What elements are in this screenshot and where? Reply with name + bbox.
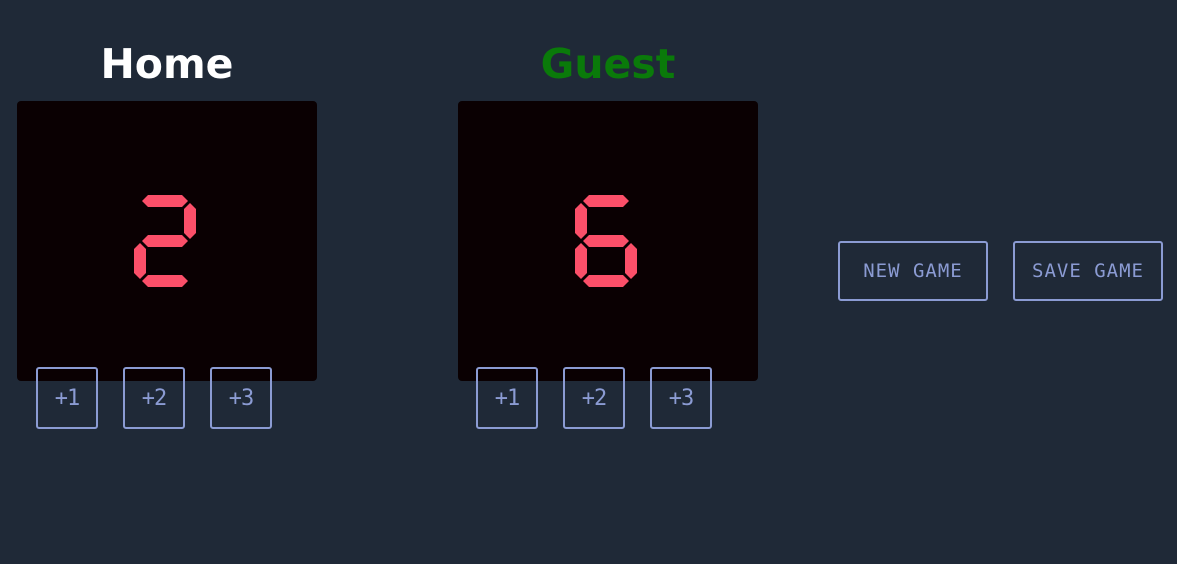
segment-c [625, 243, 637, 279]
home-score-buttons: +1 +2 +3 [36, 367, 272, 429]
game-actions: NEW GAME SAVE GAME [838, 241, 1163, 301]
segment-a [142, 195, 188, 207]
segment-e [575, 243, 587, 279]
scoreboard-app: Home +1 +2 +3 Guest +1 +2 +3 NEW GAME SA… [0, 0, 1177, 564]
home-score-display [17, 101, 317, 381]
home-add-2-button[interactable]: +2 [123, 367, 185, 429]
guest-add-1-button[interactable]: +1 [476, 367, 538, 429]
home-title: Home [100, 40, 234, 88]
new-game-button[interactable]: NEW GAME [838, 241, 988, 301]
segment-f [134, 203, 146, 239]
segment-b [625, 203, 637, 239]
guest-score-buttons: +1 +2 +3 [476, 367, 712, 429]
segment-a [583, 195, 629, 207]
segment-c [184, 243, 196, 279]
segment-d [583, 275, 629, 287]
save-game-button[interactable]: SAVE GAME [1013, 241, 1163, 301]
guest-score-digit [575, 195, 637, 287]
guest-score-display [458, 101, 758, 381]
guest-title: Guest [540, 40, 676, 88]
segment-b [184, 203, 196, 239]
segment-d [142, 275, 188, 287]
segment-g [142, 235, 188, 247]
guest-add-2-button[interactable]: +2 [563, 367, 625, 429]
guest-add-3-button[interactable]: +3 [650, 367, 712, 429]
segment-g [583, 235, 629, 247]
guest-team-panel: Guest [458, 40, 758, 381]
segment-e [134, 243, 146, 279]
home-team-panel: Home [17, 40, 317, 381]
home-score-digit [134, 195, 196, 287]
home-add-1-button[interactable]: +1 [36, 367, 98, 429]
segment-f [575, 203, 587, 239]
home-add-3-button[interactable]: +3 [210, 367, 272, 429]
